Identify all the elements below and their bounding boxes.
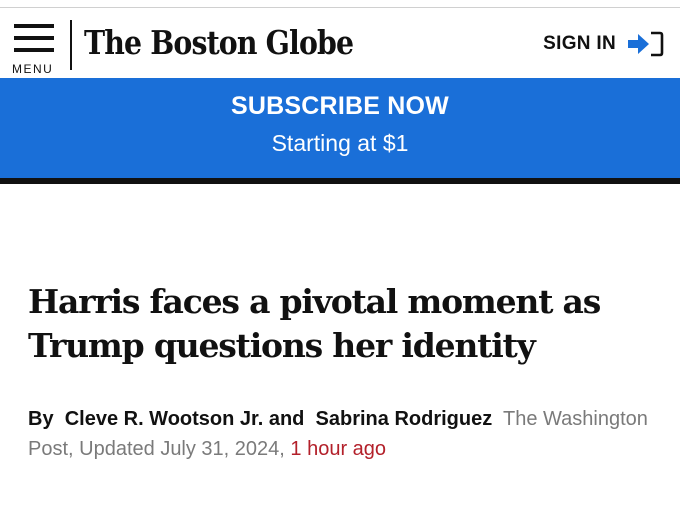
- subscribe-title: SUBSCRIBE NOW: [231, 92, 449, 120]
- hamburger-icon: [14, 24, 54, 54]
- site-logo[interactable]: The Boston Globe: [84, 18, 354, 68]
- byline-time-ago: 1 hour ago: [290, 438, 387, 460]
- sign-in-button[interactable]: SIGN IN: [543, 28, 664, 60]
- byline-updated: Updated July 31, 2024,: [79, 438, 285, 460]
- menu-button[interactable]: MENU: [12, 18, 58, 76]
- article-headline: Harris faces a pivotal moment as Trump q…: [28, 282, 601, 365]
- article-byline: By Cleve R. Wootson Jr. and Sabrina Rodr…: [28, 404, 658, 464]
- subscribe-banner[interactable]: SUBSCRIBE NOW Starting at $1: [0, 78, 680, 178]
- byline-and: and: [268, 408, 305, 430]
- banner-divider: [0, 178, 680, 184]
- byline-author-1[interactable]: Cleve R. Wootson Jr.: [65, 408, 264, 430]
- byline-by: By: [28, 408, 54, 430]
- byline-author-2[interactable]: Sabrina Rodriguez: [316, 408, 493, 430]
- sign-in-label: SIGN IN: [543, 33, 616, 54]
- menu-label: MENU: [12, 62, 54, 76]
- site-header: MENU The Boston Globe SIGN IN: [0, 8, 680, 78]
- header-divider: [70, 20, 72, 70]
- subscribe-subtitle: Starting at $1: [271, 130, 409, 156]
- sign-in-arrow-icon: [628, 31, 664, 57]
